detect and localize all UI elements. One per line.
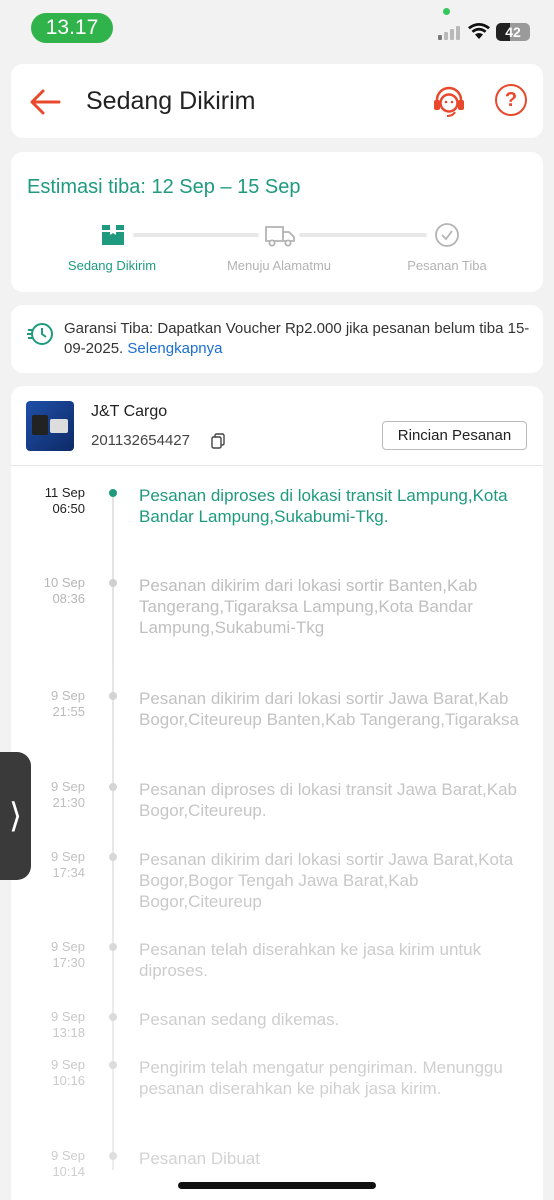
event-date: 9 Sep 13:18 — [51, 1009, 85, 1040]
arrival-guarantee-card[interactable]: Garansi Tiba: Dapatkan Voucher Rp2.000 j… — [11, 305, 543, 373]
battery-icon: 42 — [496, 23, 530, 41]
event-dot — [109, 783, 117, 791]
page-title: Sedang Dikirim — [86, 87, 256, 115]
wifi-icon — [468, 23, 490, 39]
event-dot — [109, 579, 117, 587]
delivery-estimate-card: Estimasi tiba: 12 Sep – 15 Sep Sedang Di… — [11, 152, 543, 292]
event-dot — [109, 943, 117, 951]
courier-name: J&T Cargo — [91, 403, 168, 420]
stepper-line — [133, 233, 259, 237]
step-label-shipping: Sedang Dikirim — [67, 258, 157, 273]
event-text: Pengirim telah mengatur pengiriman. Menu… — [139, 1058, 503, 1098]
event-date: 11 Sep 06:50 — [44, 485, 85, 516]
event-dot — [109, 1013, 117, 1021]
mic-indicator-dot — [443, 8, 450, 15]
truck-icon — [265, 226, 295, 247]
back-arrow-icon[interactable] — [27, 84, 63, 120]
event-date: 9 Sep 21:55 — [51, 688, 85, 719]
customer-service-icon[interactable] — [431, 84, 467, 120]
event-text: Pesanan dikirim dari lokasi sortir Jawa … — [139, 850, 514, 911]
guarantee-text: Garansi Tiba: Dapatkan Voucher Rp2.000 j… — [64, 319, 534, 359]
estimated-arrival: Estimasi tiba: 12 Sep – 15 Sep — [27, 176, 301, 198]
event-dot — [109, 489, 117, 497]
status-time: 13.17 — [31, 13, 113, 43]
product-thumbnail — [26, 401, 74, 451]
box-icon — [102, 225, 124, 245]
clock-fast-icon — [27, 323, 53, 345]
step-label-on-the-way: Menuju Alamatmu — [226, 258, 332, 273]
event-date: 9 Sep 10:16 — [51, 1057, 85, 1088]
event-dot — [109, 692, 117, 700]
status-bar: 13.17 42 — [0, 0, 554, 56]
tracking-card: J&T Cargo 201132654427 Rincian Pesanan 1… — [11, 386, 543, 1200]
event-date: 9 Sep 17:30 — [51, 939, 85, 970]
divider — [11, 465, 543, 466]
event-text: Pesanan sedang dikemas. — [139, 1010, 340, 1029]
chevron-right-icon: ⟩ — [8, 797, 23, 835]
event-text: Pesanan diproses di lokasi transit Lampu… — [139, 486, 508, 526]
event-dot — [109, 853, 117, 861]
event-text: Pesanan diproses di lokasi transit Jawa … — [139, 780, 517, 820]
event-dot — [109, 1061, 117, 1069]
check-circle-icon — [435, 223, 459, 247]
tracking-number: 201132654427 — [91, 432, 190, 449]
step-label-arrived: Pesanan Tiba — [407, 258, 487, 273]
battery-level: 42 — [505, 24, 521, 40]
order-details-button[interactable]: Rincian Pesanan — [382, 421, 527, 450]
home-indicator[interactable] — [178, 1182, 376, 1189]
signal-icon — [438, 24, 460, 40]
event-date: 9 Sep 10:14 — [51, 1148, 85, 1179]
event-dot — [109, 1152, 117, 1160]
help-icon[interactable]: ? — [495, 84, 527, 116]
stepper-line — [299, 233, 427, 237]
learn-more-link[interactable]: Selengkapnya — [127, 340, 222, 357]
header-bar: Sedang Dikirim ? — [11, 64, 543, 138]
event-text: Pesanan dikirim dari lokasi sortir Bante… — [139, 576, 478, 637]
event-text: Pesanan dikirim dari lokasi sortir Jawa … — [139, 689, 519, 729]
side-panel-handle[interactable]: ⟩ — [0, 752, 31, 880]
event-text: Pesanan Dibuat — [139, 1149, 260, 1168]
event-date: 10 Sep 08:36 — [43, 575, 85, 606]
copy-icon[interactable] — [211, 433, 225, 449]
event-text: Pesanan telah diserahkan ke jasa kirim u… — [139, 940, 482, 980]
